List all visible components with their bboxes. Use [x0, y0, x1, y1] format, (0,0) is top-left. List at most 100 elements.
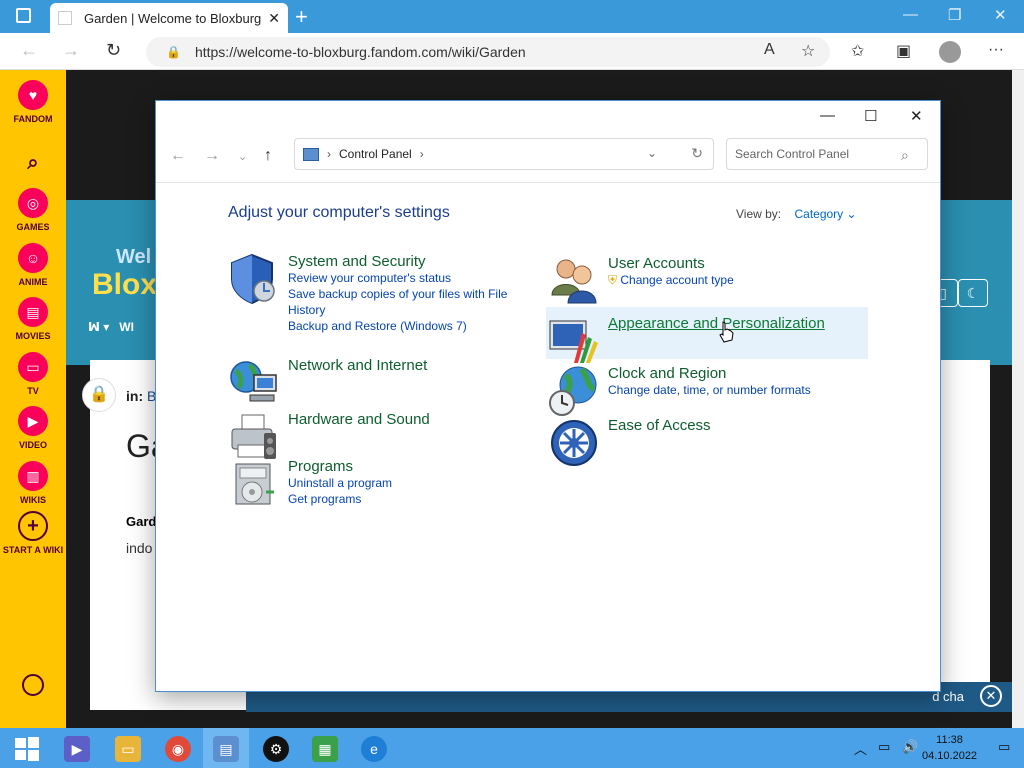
- forward-icon[interactable]: →: [62, 40, 80, 61]
- teams-icon[interactable]: ▶: [64, 736, 90, 762]
- lock-icon[interactable]: 🔒: [166, 45, 181, 59]
- network-icon[interactable]: ▭: [878, 739, 890, 755]
- volume-icon[interactable]: 🔊: [902, 739, 918, 755]
- read-aloud-icon[interactable]: A: [764, 41, 775, 59]
- chevron-up-icon[interactable]: ︿: [854, 739, 867, 758]
- restore-button[interactable]: ❐: [948, 6, 961, 24]
- banner-close-icon[interactable]: ✕: [980, 685, 1002, 707]
- search-input[interactable]: [726, 138, 928, 170]
- maximize-button[interactable]: ☐: [864, 107, 877, 125]
- category-appearance[interactable]: Appearance and Personalization: [548, 315, 825, 367]
- window-title-bar[interactable]: — ☐ ✕: [156, 101, 940, 131]
- file-explorer-icon[interactable]: ▭: [115, 736, 141, 762]
- recent-dropdown-icon[interactable]: ⌄: [238, 150, 247, 163]
- search-icon[interactable]: ⌕: [0, 152, 66, 175]
- sidebar-item-anime[interactable]: ☺ ANIME: [0, 243, 66, 287]
- category-title[interactable]: Appearance and Personalization: [608, 315, 825, 332]
- url-field[interactable]: 🔒 https://welcome-to-bloxburg.fandom.com…: [146, 37, 830, 67]
- category-link[interactable]: Uninstall a program: [288, 475, 392, 491]
- minimize-button[interactable]: —: [903, 6, 918, 23]
- chrome-icon[interactable]: ◉: [165, 736, 191, 762]
- edge-icon[interactable]: e: [361, 736, 387, 762]
- control-panel-taskbar-icon[interactable]: ▤: [213, 736, 239, 762]
- tab-close-icon[interactable]: ✕: [268, 10, 280, 27]
- fandom-logo[interactable]: ♥ FANDOM: [0, 80, 66, 124]
- profile-avatar[interactable]: [939, 41, 961, 63]
- anime-icon: ☺: [18, 243, 48, 273]
- notification-icon[interactable]: ▭: [998, 739, 1010, 755]
- settings-icon[interactable]: ⚙: [263, 736, 289, 762]
- chevron-right-icon[interactable]: ›: [327, 147, 331, 161]
- breadcrumb-item[interactable]: Control Panel: [339, 147, 412, 161]
- category-link[interactable]: Change date, time, or number formats: [608, 382, 811, 398]
- add-favorite-icon[interactable]: ☆: [801, 41, 815, 61]
- category-title[interactable]: Hardware and Sound: [288, 411, 430, 428]
- breadcrumb[interactable]: › Control Panel › ⌄ ↻: [294, 138, 714, 170]
- wiki-menu[interactable]: ꟽ ▾ WI: [88, 320, 134, 334]
- browser-tab-bar: Garden | Welcome to Bloxburg W ✕ + — ❐ ✕: [0, 0, 1024, 33]
- video-icon: ▶: [18, 406, 48, 436]
- refresh-icon[interactable]: ↻: [106, 40, 121, 61]
- page-scrollbar[interactable]: [1012, 70, 1024, 728]
- category-ease-of-access[interactable]: Ease of Access: [548, 417, 711, 469]
- category-title[interactable]: Programs: [288, 458, 392, 475]
- collections-icon[interactable]: ▣: [896, 41, 911, 61]
- sidebar-item-video[interactable]: ▶ VIDEO: [0, 406, 66, 450]
- category-title[interactable]: Ease of Access: [608, 417, 711, 434]
- url-text: https://welcome-to-bloxburg.fandom.com/w…: [194, 44, 526, 60]
- category-programs[interactable]: Programs Uninstall a program Get program…: [228, 458, 392, 510]
- shield-icon: [231, 253, 275, 305]
- in-label: in:: [126, 388, 144, 404]
- category-link[interactable]: ⛨ Change account type: [608, 272, 734, 288]
- back-icon[interactable]: ←: [20, 40, 38, 61]
- category-clock-region[interactable]: Clock and Region Change date, time, or n…: [548, 365, 811, 417]
- category-link[interactable]: Get programs: [288, 491, 392, 507]
- users-icon: [551, 259, 597, 304]
- user-icon[interactable]: [0, 674, 66, 698]
- category-title[interactable]: Clock and Region: [608, 365, 811, 382]
- app-icon[interactable]: ▦: [312, 736, 338, 762]
- clock[interactable]: 11:38 04.10.2022: [922, 732, 977, 764]
- new-tab-button[interactable]: +: [295, 4, 308, 30]
- refresh-icon[interactable]: ↻: [691, 145, 703, 162]
- category-network-internet[interactable]: Network and Internet: [228, 357, 427, 409]
- start-icon[interactable]: [14, 736, 40, 762]
- forward-icon[interactable]: →: [204, 147, 220, 165]
- wiki-welcome-text: Wel: [116, 246, 152, 268]
- favorites-icon[interactable]: ✩: [851, 41, 864, 61]
- close-button[interactable]: ✕: [994, 6, 1007, 24]
- sidebar-item-movies[interactable]: ▤ MOVIES: [0, 297, 66, 341]
- sidebar-item-tv[interactable]: ▭ TV: [0, 352, 66, 396]
- wikis-icon: ▥: [18, 461, 48, 491]
- globe-network-icon: [230, 361, 277, 402]
- category-user-accounts[interactable]: User Accounts ⛨ Change account type: [548, 255, 734, 307]
- minimize-button[interactable]: —: [820, 107, 835, 124]
- tab-title: Garden | Welcome to Bloxburg W: [84, 10, 263, 26]
- dark-mode-icon[interactable]: ☾: [958, 279, 988, 307]
- category-link[interactable]: Review your computer's status: [288, 270, 516, 286]
- category-system-security[interactable]: System and Security Review your computer…: [228, 253, 516, 334]
- view-by-label: View by:: [736, 207, 782, 221]
- category-title[interactable]: User Accounts: [608, 255, 734, 272]
- browser-tab[interactable]: Garden | Welcome to Bloxburg W ✕: [50, 3, 288, 33]
- sidebar-label: WIKIS: [20, 495, 46, 505]
- sidebar-item-games[interactable]: ◎ GAMES: [0, 188, 66, 232]
- back-icon[interactable]: ←: [170, 147, 186, 165]
- sidebar-item-start-wiki[interactable]: + START A WIKI: [0, 511, 66, 555]
- category-hardware-sound[interactable]: Hardware and Sound: [228, 411, 430, 463]
- category-link[interactable]: Save backup copies of your files with Fi…: [288, 286, 516, 318]
- chevron-down-icon[interactable]: ⌄: [647, 146, 657, 160]
- search-icon[interactable]: ⌕: [901, 147, 909, 164]
- plus-icon: +: [18, 511, 48, 541]
- sidebar-item-wikis[interactable]: ▥ WIKIS: [0, 461, 66, 505]
- category-link[interactable]: Backup and Restore (Windows 7): [288, 318, 516, 334]
- more-icon[interactable]: ···: [988, 41, 1004, 59]
- close-button[interactable]: ✕: [910, 107, 923, 125]
- view-by-dropdown[interactable]: Category ⌄: [794, 207, 856, 221]
- category-title[interactable]: Network and Internet: [288, 357, 427, 374]
- up-icon[interactable]: ↑: [264, 147, 272, 165]
- tab-actions-icon[interactable]: [16, 8, 31, 23]
- chevron-right-icon[interactable]: ›: [420, 147, 424, 161]
- category-title[interactable]: System and Security: [288, 253, 516, 270]
- lock-icon[interactable]: 🔒: [82, 378, 116, 412]
